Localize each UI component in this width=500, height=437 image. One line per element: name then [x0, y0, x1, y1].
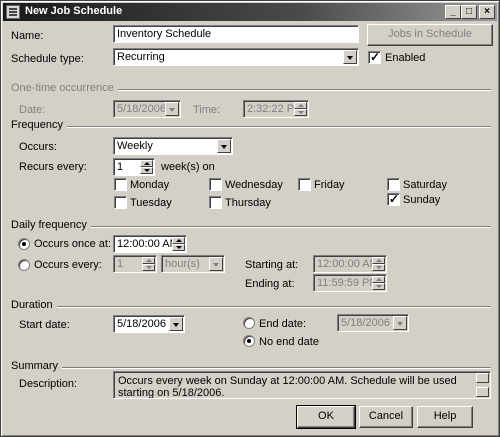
end-date-label: End date:	[259, 318, 307, 330]
description-scrollbar[interactable]	[476, 373, 489, 397]
recurs-unit-label: week(s) on	[161, 161, 215, 173]
occurs-once-time-value: 12:00:00 AM	[117, 238, 179, 250]
help-button[interactable]: Help	[417, 406, 473, 428]
chevron-down-icon[interactable]	[165, 102, 179, 116]
occurs-select[interactable]: Weekly	[113, 137, 233, 155]
friday-label: Friday	[314, 179, 345, 191]
time-spinner-icon[interactable]	[372, 257, 385, 271]
cancel-button[interactable]: Cancel	[359, 406, 413, 428]
time-spinner-icon[interactable]	[372, 276, 385, 290]
one-time-date-picker[interactable]: 5/18/2006	[113, 100, 181, 118]
time-spinner-icon[interactable]	[172, 237, 185, 251]
description-value: Occurs every week on Sunday at 12:00:00 …	[118, 375, 457, 399]
ok-button[interactable]: OK	[296, 405, 356, 429]
occurs-label: Occurs:	[19, 141, 57, 153]
starting-at-label: Starting at:	[245, 259, 299, 271]
chevron-down-icon[interactable]	[169, 317, 183, 331]
occurs-every-value: 1	[117, 258, 124, 270]
name-value: Inventory Schedule	[117, 28, 212, 40]
one-time-time-input[interactable]: 2:32:22 PM	[243, 100, 309, 118]
title-bar[interactable]: New Job Schedule _ □ ×	[3, 3, 497, 21]
wednesday-label: Wednesday	[225, 179, 283, 191]
duration-section-title: Duration	[11, 299, 57, 311]
minimize-button[interactable]: _	[445, 5, 461, 19]
occurs-every-radio[interactable]	[18, 259, 30, 271]
description-label: Description:	[19, 378, 78, 390]
one-time-date-label: Date:	[19, 104, 46, 116]
interval-spinner-icon[interactable]	[142, 257, 155, 271]
friday-checkbox[interactable]	[298, 178, 311, 191]
window-title: New Job Schedule	[25, 5, 123, 17]
wednesday-checkbox[interactable]	[209, 178, 222, 191]
recurs-every-label: Recurs every:	[19, 161, 87, 173]
chevron-down-icon[interactable]	[393, 316, 407, 330]
summary-separator	[11, 367, 491, 369]
start-date-value: 5/18/2006	[117, 318, 166, 330]
one-time-time-label: Time:	[193, 104, 221, 116]
ending-at-label: Ending at:	[245, 278, 295, 290]
recurs-spinner-icon[interactable]	[140, 160, 153, 174]
chevron-down-icon[interactable]	[217, 139, 231, 153]
summary-section-title: Summary	[11, 360, 63, 372]
schedule-type-label: Schedule type:	[11, 53, 84, 65]
enabled-checkbox[interactable]	[368, 50, 381, 64]
tuesday-label: Tuesday	[130, 197, 172, 209]
schedule-type-value: Recurring	[117, 51, 165, 63]
jobs-in-schedule-button[interactable]: Jobs in Schedule	[367, 24, 493, 46]
start-date-label: Start date:	[19, 319, 70, 331]
sunday-checkbox[interactable]	[387, 192, 400, 206]
occurs-every-unit-select[interactable]: hour(s)	[161, 255, 225, 273]
end-date-radio[interactable]	[243, 317, 255, 329]
start-date-picker[interactable]: 5/18/2006	[113, 315, 185, 333]
maximize-button[interactable]: □	[461, 5, 477, 19]
new-job-schedule-dialog: New Job Schedule _ □ × Name: Inventory S…	[0, 0, 500, 437]
occurs-once-radio[interactable]	[18, 238, 30, 250]
monday-checkbox[interactable]	[114, 178, 127, 191]
saturday-checkbox[interactable]	[387, 178, 400, 191]
starting-at-input[interactable]: 12:00:00 AM	[313, 255, 387, 273]
occurs-every-input[interactable]: 1	[113, 255, 157, 273]
no-end-date-label: No end date	[259, 336, 319, 348]
recurs-every-input[interactable]: 1	[113, 158, 155, 176]
frequency-separator	[11, 126, 491, 128]
tuesday-checkbox[interactable]	[114, 196, 127, 209]
one-time-section-title: One-time occurrence	[11, 82, 118, 94]
chevron-down-icon[interactable]	[343, 50, 357, 64]
name-label: Name:	[11, 30, 44, 42]
occurs-once-label: Occurs once at:	[34, 238, 112, 250]
end-date-value: 5/18/2006	[341, 317, 390, 329]
window-icon	[6, 5, 20, 19]
frequency-section-title: Frequency	[11, 119, 67, 131]
thursday-checkbox[interactable]	[209, 196, 222, 209]
close-button[interactable]: ×	[479, 5, 495, 19]
end-date-picker[interactable]: 5/18/2006	[337, 314, 409, 332]
name-input[interactable]: Inventory Schedule	[113, 25, 359, 43]
occurs-every-unit-value: hour(s)	[165, 258, 200, 270]
recurs-every-value: 1	[117, 161, 124, 173]
schedule-type-select[interactable]: Recurring	[113, 48, 359, 66]
occurs-every-label: Occurs every:	[34, 259, 102, 271]
sunday-label: Sunday	[403, 194, 441, 206]
one-time-date-value: 5/18/2006	[117, 103, 166, 115]
thursday-label: Thursday	[225, 197, 271, 209]
ending-at-value: 11:59:59 PM	[317, 277, 379, 289]
starting-at-value: 12:00:00 AM	[317, 258, 379, 270]
occurs-once-time-input[interactable]: 12:00:00 AM	[113, 235, 187, 253]
monday-label: Monday	[130, 179, 170, 191]
daily-frequency-section-title: Daily frequency	[11, 219, 91, 231]
chevron-down-icon[interactable]	[209, 257, 223, 271]
saturday-label: Saturday	[403, 179, 448, 191]
duration-separator	[11, 306, 491, 308]
time-spinner-icon[interactable]	[294, 102, 307, 116]
description-textarea[interactable]: Occurs every week on Sunday at 12:00:00 …	[113, 371, 491, 399]
occurs-value: Weekly	[117, 140, 153, 152]
enabled-label: Enabled	[385, 52, 426, 64]
no-end-date-radio[interactable]	[243, 335, 255, 347]
ending-at-input[interactable]: 11:59:59 PM	[313, 274, 387, 292]
